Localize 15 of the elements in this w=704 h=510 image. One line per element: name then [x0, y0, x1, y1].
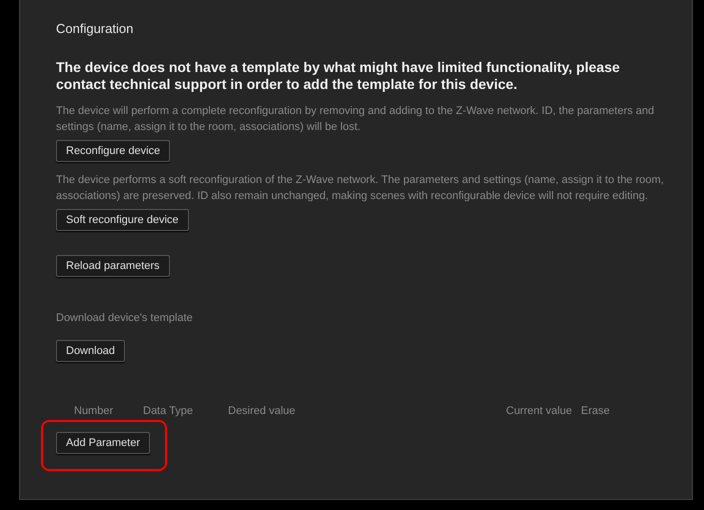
column-header: Data Type [143, 405, 193, 417]
description-text: The device performs a soft reconfiguration of the Z-Wave network. The parameters and settings (name, assign it to the room, associations) are preserved. ID also remain unchanged, making scenes with reconfigurable device will not require editing. [56, 173, 665, 204]
column-header: Erase [581, 405, 610, 417]
action-button[interactable]: Reload parameters [56, 255, 170, 277]
column-header: Current value [506, 405, 572, 417]
add-parameter-button[interactable]: Add Parameter [56, 432, 150, 454]
section-title: Configuration [56, 21, 134, 36]
column-header: Desired value [228, 405, 296, 417]
action-button[interactable]: Soft reconfigure device [56, 209, 189, 231]
description-text: The device will perform a complete reconfiguration by removing and adding to the Z-Wave network. ID, the parameters and settings (name, assign it to the room, associations) will be lost. [56, 104, 656, 135]
download-button[interactable]: Download [56, 340, 125, 362]
warning-text: The device does not have a template by what might have limited functionality, please contact technical support in order to add the template for this device. [56, 59, 621, 93]
action-button[interactable]: Reconfigure device [56, 140, 170, 162]
column-header: Number [74, 405, 114, 417]
template-label: Download device's template [56, 311, 194, 326]
